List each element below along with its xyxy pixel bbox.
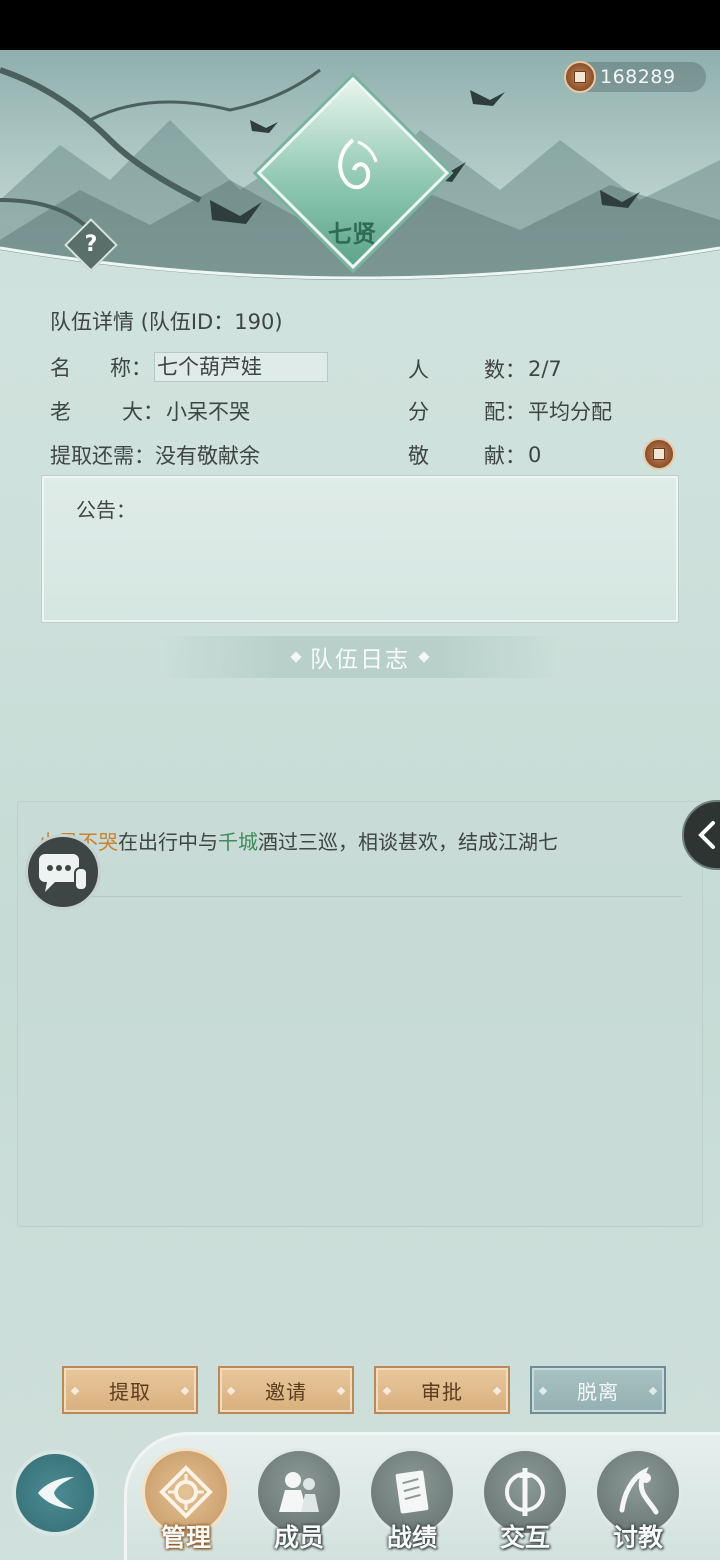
- team-log-panel[interactable]: [17, 801, 703, 1227]
- nav-label: 战绩: [386, 1523, 437, 1552]
- leader-row: 老大： 小呆不哭: [50, 396, 250, 426]
- invite-button[interactable]: 邀请: [218, 1366, 354, 1414]
- status-bar: [0, 0, 720, 50]
- leader-value: 小呆不哭: [166, 400, 250, 424]
- approve-button[interactable]: 审批: [374, 1366, 510, 1414]
- log-partner-name[interactable]: 千城: [218, 830, 258, 854]
- chat-bubble-icon: [39, 854, 88, 892]
- back-arrow-icon: [38, 1477, 74, 1509]
- distribution-label: 分配：: [408, 400, 526, 424]
- leave-team-button[interactable]: 脱离: [530, 1366, 666, 1414]
- withdraw-requirement-label: 提取还需：: [50, 444, 155, 468]
- nav-tab-interact[interactable]: 交互: [481, 1448, 569, 1560]
- withdraw-requirement-row: 提取还需： 没有敬献余: [50, 440, 260, 470]
- nav-label: 管理: [160, 1523, 211, 1552]
- diamond-ornament-icon: [418, 651, 430, 663]
- team-name-label: 名称：: [50, 356, 152, 380]
- chevron-left-icon: [698, 821, 715, 849]
- contribution-coin-icon[interactable]: [643, 438, 675, 470]
- log-divider: [40, 896, 682, 897]
- chat-button[interactable]: [25, 834, 101, 910]
- leader-label: 老大：: [50, 400, 164, 424]
- team-log-header: 队伍日志: [160, 636, 560, 678]
- contribution-label: 敬献：: [408, 444, 526, 468]
- notice-board[interactable]: [41, 475, 679, 623]
- notice-label: 公告：: [76, 498, 136, 522]
- back-button[interactable]: [12, 1450, 98, 1536]
- team-name-field[interactable]: 七个葫芦娃: [154, 352, 328, 382]
- currency-amount: 168289: [600, 66, 676, 88]
- withdraw-button[interactable]: 提取: [62, 1366, 198, 1414]
- contribution-row: 敬献： 0: [408, 440, 541, 470]
- currency-display: 168289: [564, 61, 706, 93]
- nav-tab-manage[interactable]: 管理: [142, 1448, 230, 1560]
- team-info-title: 队伍详情 (队伍ID：190): [50, 310, 283, 334]
- nav-label: 交互: [499, 1523, 550, 1552]
- nav-tab-members[interactable]: 成员: [255, 1448, 343, 1560]
- help-icon[interactable]: ?: [72, 226, 110, 264]
- team-emblem-icon: [338, 138, 378, 190]
- log-entry: 小呆不哭在出行中与千城酒过三巡，相谈甚欢，结成江湖七: [38, 826, 678, 858]
- member-count-label: 人数：: [408, 358, 526, 382]
- nav-label: 成员: [273, 1523, 324, 1552]
- diamond-ornament-icon: [290, 651, 302, 663]
- withdraw-requirement-value: 没有敬献余: [155, 444, 260, 468]
- team-emblem-name: 七贤: [328, 219, 376, 248]
- team-name-row: 名称： 七个葫芦娃: [50, 352, 328, 382]
- member-count-row: 人数： 2/7: [408, 354, 562, 384]
- nav-tab-record[interactable]: 战绩: [368, 1448, 456, 1560]
- nav-tab-duel[interactable]: 讨教: [594, 1448, 682, 1560]
- distribution-row: 分配： 平均分配: [408, 396, 612, 426]
- copper-coin-icon: [564, 61, 596, 93]
- team-log-title: 队伍日志: [310, 647, 410, 673]
- nav-label: 讨教: [612, 1523, 663, 1552]
- contribution-value: 0: [528, 443, 542, 467]
- member-count-value: 2/7: [528, 357, 562, 381]
- distribution-value: 平均分配: [528, 400, 612, 424]
